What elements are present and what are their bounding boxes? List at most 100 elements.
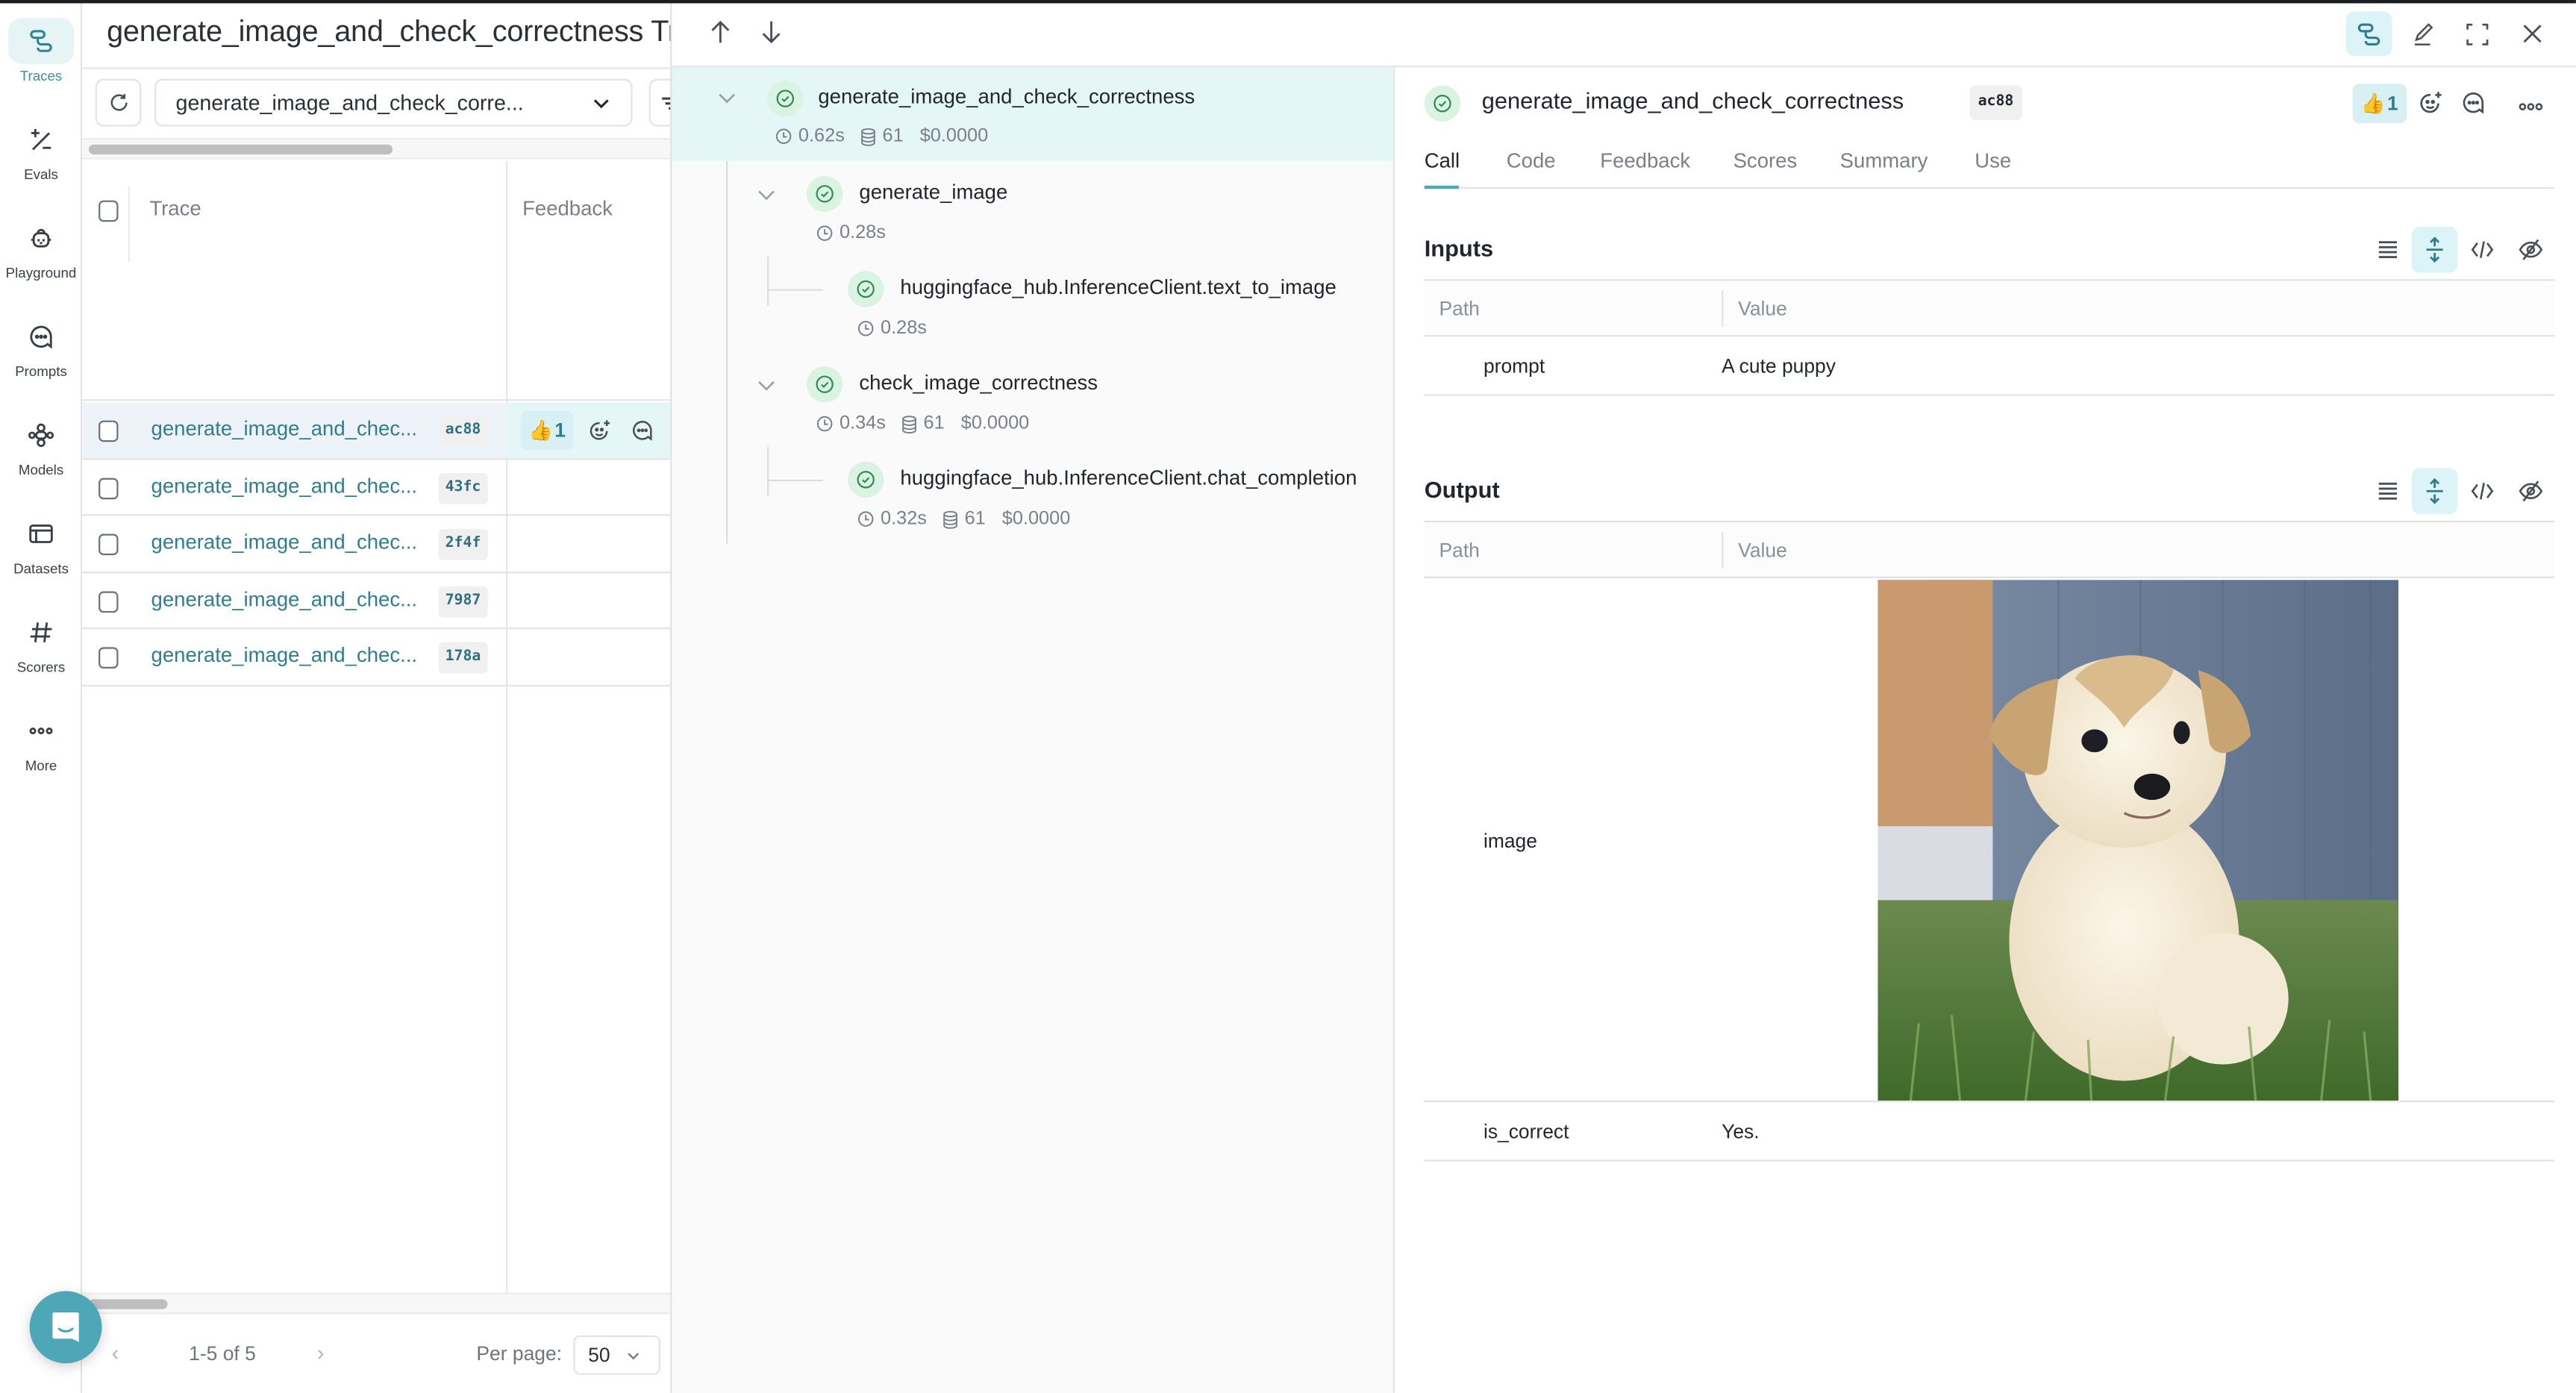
window-top-border bbox=[0, 0, 2576, 3]
previous-call-button[interactable] bbox=[710, 19, 731, 52]
column-divider[interactable] bbox=[1722, 532, 1724, 569]
table-row[interactable]: generate_image_and_chec... 178a bbox=[82, 629, 671, 686]
call-id-badge: ac88 bbox=[1969, 85, 2022, 120]
trace-name-link[interactable]: generate_image_and_chec... bbox=[151, 530, 418, 554]
hide-empty-button[interactable] bbox=[2507, 227, 2553, 273]
list-view-button[interactable] bbox=[2364, 227, 2410, 273]
output-image[interactable] bbox=[1878, 580, 2399, 1101]
duration: 0.28s bbox=[839, 223, 886, 243]
input-path: prompt bbox=[1483, 354, 1545, 378]
row-checkbox[interactable] bbox=[99, 647, 119, 669]
sidebar-item-models[interactable]: Models bbox=[0, 413, 82, 501]
per-page-select[interactable]: 50 bbox=[573, 1335, 661, 1375]
column-divider[interactable] bbox=[1722, 290, 1724, 328]
expand-collapse-button[interactable] bbox=[2411, 226, 2458, 273]
code-view-button[interactable] bbox=[2460, 227, 2506, 273]
table-row[interactable]: generate_image_and_chec... 2f4f bbox=[82, 516, 671, 573]
tab-scores[interactable]: Scores bbox=[1734, 149, 1798, 172]
node-name: generate_image_and_check_correctness bbox=[818, 85, 1195, 109]
row-checkbox[interactable] bbox=[99, 477, 119, 499]
select-all-checkbox[interactable] bbox=[99, 200, 119, 222]
sidebar-item-prompts[interactable]: Prompts bbox=[0, 313, 82, 402]
database-icon bbox=[861, 127, 876, 145]
column-header-feedback[interactable]: Feedback bbox=[522, 197, 613, 220]
column-header-trace[interactable]: Trace bbox=[149, 197, 201, 220]
thumbs-up-reaction[interactable]: 👍 1 bbox=[2352, 84, 2407, 124]
table-row[interactable]: generate_image_and_chec... ac88 👍 1 bbox=[82, 402, 671, 460]
hide-empty-button[interactable] bbox=[2507, 468, 2553, 514]
value-column-header: Value bbox=[1738, 539, 1787, 562]
thumbs-up-reaction[interactable]: 👍 1 bbox=[520, 410, 574, 451]
clock-icon bbox=[857, 321, 874, 336]
success-status-icon bbox=[1424, 85, 1461, 122]
next-call-button[interactable] bbox=[760, 19, 782, 52]
more-options-icon[interactable] bbox=[2519, 93, 2543, 123]
tree-node[interactable]: huggingface_hub.InferenceClient.chat_com… bbox=[672, 450, 1392, 542]
refresh-button[interactable] bbox=[95, 78, 142, 127]
chevron-down-icon[interactable] bbox=[718, 92, 736, 105]
token-count: 61 bbox=[882, 126, 904, 146]
horizontal-scrollbar[interactable] bbox=[82, 137, 671, 160]
refresh-icon bbox=[110, 93, 127, 111]
table-row[interactable]: generate_image_and_chec... 43fc bbox=[82, 459, 671, 516]
tab-call[interactable]: Call bbox=[1425, 149, 1460, 172]
duration: 0.32s bbox=[881, 509, 927, 529]
success-status-icon bbox=[847, 461, 884, 498]
more-icon bbox=[8, 708, 74, 754]
close-button[interactable] bbox=[2509, 11, 2555, 55]
support-chat-icon bbox=[52, 1312, 79, 1342]
node-meta: 0.62s 61 $0.0000 bbox=[775, 127, 1004, 146]
call-tabs: Call Code Feedback Scores Summary Use bbox=[1424, 145, 2555, 190]
tab-feedback[interactable]: Feedback bbox=[1600, 149, 1690, 172]
row-checkbox[interactable] bbox=[99, 420, 119, 442]
operation-select-value: generate_image_and_check_corre... bbox=[175, 90, 524, 116]
row-checkbox[interactable] bbox=[99, 533, 119, 556]
tab-code[interactable]: Code bbox=[1507, 149, 1556, 172]
sidebar-item-datasets[interactable]: Datasets bbox=[0, 511, 82, 600]
trace-name-link[interactable]: generate_image_and_chec... bbox=[151, 644, 418, 667]
scrollbar-thumb[interactable] bbox=[88, 1299, 168, 1309]
edit-button[interactable] bbox=[2400, 11, 2446, 55]
traces-icon bbox=[2357, 22, 2380, 45]
models-icon bbox=[8, 413, 74, 459]
tab-summary[interactable]: Summary bbox=[1840, 149, 1928, 172]
tree-node[interactable]: generate_image_and_check_correctness 0.6… bbox=[672, 67, 1392, 160]
trace-name-link[interactable]: generate_image_and_chec... bbox=[151, 587, 418, 610]
filter-button[interactable] bbox=[648, 78, 671, 127]
trace-tree-toggle-button[interactable] bbox=[2345, 11, 2392, 56]
trace-name-link[interactable]: generate_image_and_chec... bbox=[151, 474, 418, 497]
table-row[interactable]: generate_image_and_chec... 7987 bbox=[82, 572, 671, 630]
hash-icon bbox=[8, 610, 74, 656]
column-resize-handle[interactable] bbox=[128, 185, 130, 263]
chevron-down-icon[interactable] bbox=[757, 189, 775, 202]
operation-select[interactable]: generate_image_and_check_corre... bbox=[154, 78, 633, 127]
tree-node[interactable]: check_image_correctness 0.34s 61 $0.0000 bbox=[672, 355, 1392, 447]
add-reaction-icon[interactable] bbox=[588, 419, 611, 450]
tab-use[interactable]: Use bbox=[1975, 149, 2011, 172]
output-path: is_correct bbox=[1483, 1120, 1569, 1144]
table-horizontal-scrollbar[interactable] bbox=[82, 1292, 671, 1315]
list-view-button[interactable] bbox=[2364, 468, 2410, 514]
divider bbox=[82, 67, 671, 69]
scrollbar-thumb[interactable] bbox=[88, 144, 393, 154]
sidebar-item-evals[interactable]: Evals bbox=[0, 116, 82, 205]
sidebar-item-more[interactable]: More bbox=[0, 708, 82, 797]
add-note-icon[interactable] bbox=[631, 419, 654, 450]
output-row: image bbox=[1424, 578, 2555, 1103]
chevron-down-icon[interactable] bbox=[757, 380, 775, 393]
tree-node[interactable]: huggingface_hub.InferenceClient.text_to_… bbox=[672, 260, 1392, 351]
support-chat-button[interactable] bbox=[29, 1291, 102, 1364]
add-note-icon[interactable] bbox=[2461, 90, 2486, 123]
trace-name-link[interactable]: generate_image_and_chec... bbox=[151, 417, 418, 440]
sidebar-item-playground[interactable]: Playground bbox=[0, 215, 82, 304]
fullscreen-button[interactable] bbox=[2454, 11, 2501, 55]
sidebar-item-scorers[interactable]: Scorers bbox=[0, 610, 82, 698]
code-view-button[interactable] bbox=[2460, 468, 2506, 514]
add-reaction-icon[interactable] bbox=[2419, 90, 2443, 123]
row-checkbox[interactable] bbox=[99, 590, 119, 613]
previous-page-button[interactable]: ‹ bbox=[112, 1340, 119, 1365]
sidebar-item-traces[interactable]: Traces bbox=[0, 18, 82, 107]
expand-collapse-button[interactable] bbox=[2411, 468, 2458, 515]
tree-node[interactable]: generate_image 0.28s bbox=[672, 164, 1392, 256]
next-page-button[interactable]: › bbox=[317, 1340, 325, 1365]
